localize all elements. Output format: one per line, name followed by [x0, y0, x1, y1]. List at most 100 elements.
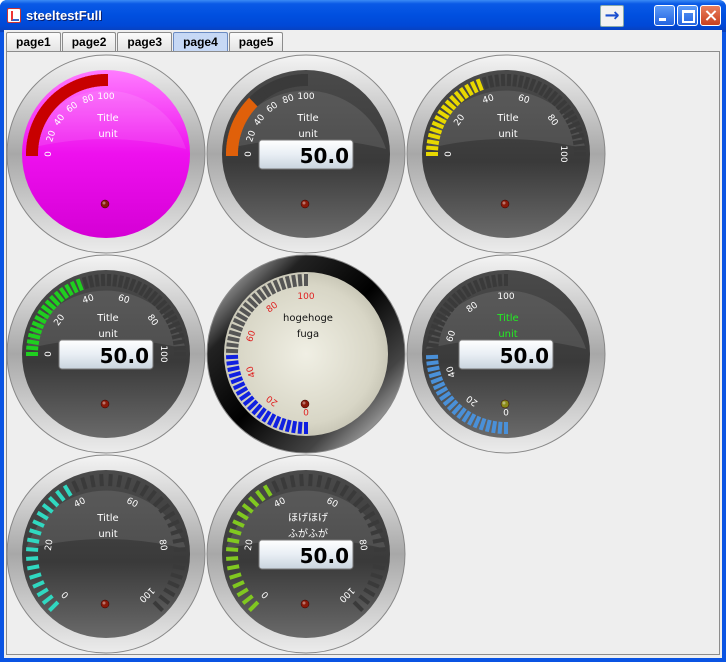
gauge-bar-segment	[172, 564, 186, 571]
gauge-title: ほげほげ	[288, 512, 328, 524]
gauge-bar-segment	[291, 420, 298, 434]
gauge-bar-segment	[284, 275, 292, 289]
lcd-value: 50.0	[300, 144, 349, 168]
gauge-title: Title	[96, 313, 118, 324]
gauge-tick-label: 80	[356, 539, 368, 552]
gauge-bar-segment	[497, 421, 503, 434]
gauge-1: 020406080 100Titleunit	[6, 54, 206, 254]
gauge-tick-label: 0	[244, 151, 254, 157]
gauge-unit: unit	[98, 329, 117, 340]
gauge-bar-segment	[427, 336, 440, 343]
gauge-bar-segment	[173, 345, 186, 351]
gauge-unit: fuga	[297, 329, 319, 340]
gauge-bar-segment	[226, 342, 239, 348]
gauge-bar-segment	[294, 74, 300, 87]
gauge-bar-segment	[26, 547, 39, 552]
gauge-bar-segment	[227, 336, 240, 343]
gauge-bar-segment	[226, 556, 239, 561]
gauge-bar-segment	[117, 275, 124, 288]
gauge-bar-segment	[316, 474, 323, 488]
gauge-title: hogehoge	[283, 313, 333, 324]
gauge-unit: unit	[498, 129, 517, 140]
gauge-bar-segment	[426, 342, 439, 348]
gauge-bar-segment	[89, 474, 96, 488]
led-highlight	[302, 401, 306, 405]
gauge-bar-segment	[226, 360, 239, 366]
led-highlight	[102, 401, 106, 405]
gauge-bar-segment	[373, 556, 386, 561]
gauge-bar-segment	[571, 132, 585, 140]
gauge-bar-segment	[297, 421, 303, 434]
gauge-tick-label: 100	[497, 292, 514, 302]
gauge-3: 02040 6080100Titleunit	[406, 54, 606, 254]
gauge-bar-segment	[227, 365, 240, 372]
gauge-8: 02040 6080100ほげほげふがふが50.0	[206, 454, 406, 654]
gauge-unit: unit	[298, 129, 317, 140]
gauge-tick-label: 0	[44, 151, 54, 157]
gauge-bar-segment	[172, 537, 186, 544]
gauge-bar-segment	[26, 339, 40, 346]
gauge-tick-label: 80	[156, 539, 168, 552]
gauge-title: Title	[496, 113, 518, 124]
gauge-tick-label: 100	[158, 345, 168, 362]
gauge-bar-segment	[373, 547, 386, 552]
led-highlight	[102, 201, 106, 205]
gauge-unit: unit	[98, 129, 117, 140]
gauge-tick-label: 100	[297, 292, 314, 302]
gauge-tick-label: 0	[44, 351, 54, 357]
gauge-bar-segment	[112, 274, 118, 287]
gauge-bar-segment	[297, 274, 303, 287]
lcd-value: 50.0	[500, 344, 549, 368]
gauge-bar-segment	[484, 275, 492, 289]
gauge-bar-segment	[26, 145, 39, 151]
gauge-bar-segment	[284, 419, 292, 433]
led-highlight	[502, 201, 506, 205]
gauge-2: 020406080 100Titleunit50.0	[206, 54, 406, 254]
gauge-bar-segment	[172, 339, 186, 346]
gauge-bar-segment	[426, 139, 440, 146]
gauge-bar-segment	[427, 132, 441, 140]
gauge-bar-segment	[497, 274, 503, 287]
gauge-bar-segment	[426, 360, 439, 366]
gauge-5: 020406080100hogehogefuga	[206, 254, 406, 454]
gauge-bar-segment	[26, 556, 39, 561]
gauge-unit: unit	[498, 329, 517, 340]
gauge-bar-segment	[299, 474, 304, 487]
gauge-title: Title	[96, 513, 118, 524]
gauge-bar-segment	[226, 145, 239, 151]
gauge-unit: ふがふが	[288, 527, 328, 540]
gauge-tick-label: 100	[297, 92, 314, 102]
gauge-tick-label: 100	[558, 145, 568, 162]
gauge-bar-segment	[573, 145, 586, 151]
gauge-bar-segment	[88, 275, 95, 288]
gauge-bar-segment	[484, 419, 492, 433]
gauge-bar-segment	[99, 474, 104, 487]
gauge-bar-segment	[226, 564, 240, 571]
gauge-bar-segment	[308, 474, 313, 487]
lcd-value: 50.0	[300, 544, 349, 568]
gauge-bar-segment	[494, 74, 500, 87]
led-highlight	[302, 201, 306, 205]
gauge-bar-segment	[27, 332, 41, 340]
gauge-bar-segment	[491, 274, 498, 288]
gauge-bar-segment	[488, 75, 495, 88]
lcd-value: 50.0	[100, 344, 149, 368]
gauge-bar-segment	[372, 537, 386, 544]
gauge-7: 02040 6080100Titleunit	[6, 454, 206, 654]
gauge-tick-label: 20	[44, 538, 56, 551]
gauge-bar-segment	[173, 556, 186, 561]
gauge-bar-segment	[108, 474, 113, 487]
app-window: steeltestFull → page1 page2 page3 page4 …	[0, 0, 726, 662]
gauge-bar-segment	[572, 139, 586, 146]
gauge-bar-segment	[372, 564, 386, 571]
gauge-bar-segment	[517, 75, 524, 88]
gauge-bar-segment	[289, 474, 296, 488]
gauge-bar-segment	[512, 74, 518, 87]
gauge-bar-segment	[116, 474, 123, 488]
gauge-title: Title	[496, 313, 518, 324]
gauge-title: Title	[96, 113, 118, 124]
gauge-bar-segment	[26, 345, 39, 351]
led-highlight	[302, 601, 306, 605]
gauge-bar-segment	[426, 145, 439, 151]
gauge-bar-segment	[94, 74, 100, 87]
